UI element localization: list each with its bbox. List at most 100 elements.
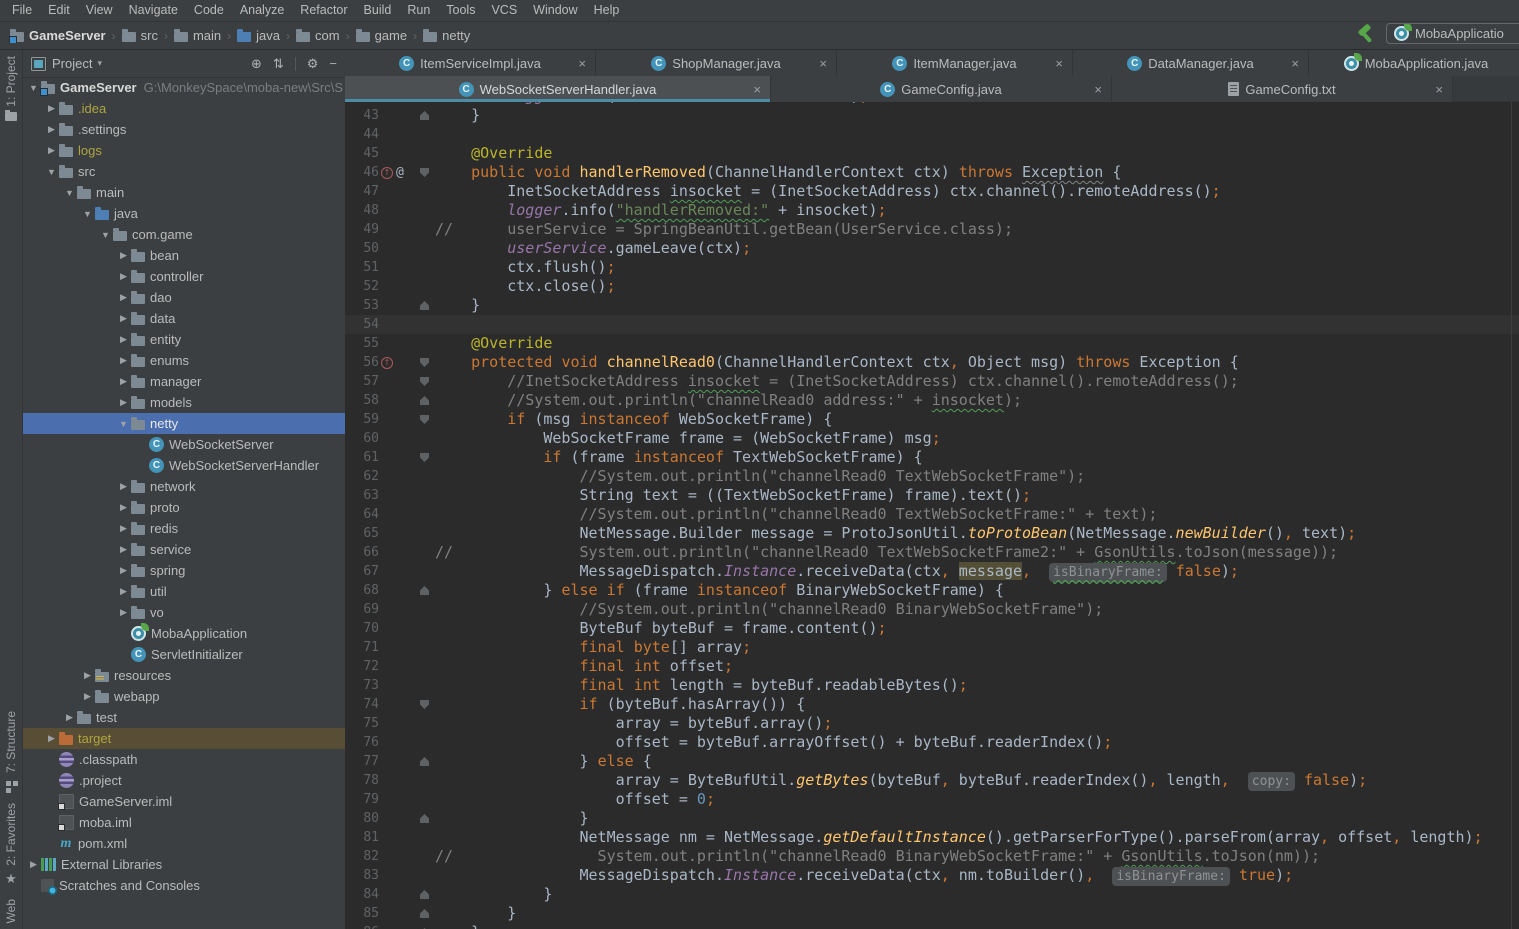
chevron-closed-icon[interactable]: ▶ xyxy=(116,523,131,534)
chevron-open-icon[interactable]: ▼ xyxy=(98,230,113,240)
tree-item-gameserver[interactable]: ▼ GameServer G:\MonkeySpace\moba-new\Src\… xyxy=(23,77,345,98)
code-line-76[interactable]: 76 offset = byteBuf.arrayOffset() + byte… xyxy=(345,733,1519,752)
close-icon[interactable]: × xyxy=(578,56,586,71)
code-line-75[interactable]: 75 array = byteBuf.array(); xyxy=(345,714,1519,733)
breadcrumb-item-gameserver[interactable]: GameServer xyxy=(8,28,108,43)
tool-window-button-structure[interactable]: 7: Structure xyxy=(4,705,18,797)
code-line-63[interactable]: 63 String text = ((TextWebSocketFrame) f… xyxy=(345,486,1519,505)
chevron-closed-icon[interactable]: ▶ xyxy=(44,733,59,744)
breadcrumb-item-java[interactable]: java xyxy=(235,28,282,43)
tree-item--project[interactable]: .project xyxy=(23,770,345,791)
tree-item-manager[interactable]: ▶ manager xyxy=(23,371,345,392)
code-line-46[interactable]: 46 ↑ @ public void handlerRemoved(ChannelH… xyxy=(345,163,1519,182)
tool-window-button-web[interactable]: Web xyxy=(4,893,18,929)
fold-end-icon[interactable] xyxy=(420,111,429,120)
hide-icon[interactable]: − xyxy=(329,56,337,71)
gutter-marker[interactable]: ↑ @ xyxy=(381,166,404,179)
code-line-51[interactable]: 51 ctx.flush(); xyxy=(345,258,1519,277)
tree-item-vo[interactable]: ▶ vo xyxy=(23,602,345,623)
tree-item-service[interactable]: ▶ service xyxy=(23,539,345,560)
tree-item-redis[interactable]: ▶ redis xyxy=(23,518,345,539)
menu-item-code[interactable]: Code xyxy=(186,0,232,21)
tab-itemmanager-java[interactable]: C ItemManager.java × xyxy=(837,50,1073,76)
chevron-closed-icon[interactable]: ▶ xyxy=(116,292,131,303)
menu-item-edit[interactable]: Edit xyxy=(40,0,78,21)
code-line-72[interactable]: 72 final int offset; xyxy=(345,657,1519,676)
code-editor[interactable]: 42 logger.info("handlerAdded:" + insocke… xyxy=(345,102,1519,929)
tree-item-src[interactable]: ▼ src xyxy=(23,161,345,182)
close-icon[interactable]: × xyxy=(1291,56,1299,71)
menu-item-navigate[interactable]: Navigate xyxy=(121,0,186,21)
menu-item-window[interactable]: Window xyxy=(525,0,585,21)
tree-item--classpath[interactable]: .classpath xyxy=(23,749,345,770)
tree-item-mobaapplication[interactable]: MobaApplication xyxy=(23,623,345,644)
locate-icon[interactable]: ⊕ xyxy=(251,56,262,72)
menu-item-run[interactable]: Run xyxy=(399,0,438,21)
code-line-43[interactable]: 43 } xyxy=(345,106,1519,125)
tree-item-controller[interactable]: ▶ controller xyxy=(23,266,345,287)
collapse-icon[interactable]: ⇅ xyxy=(273,56,284,72)
code-line-55[interactable]: 55 @Override xyxy=(345,334,1519,353)
code-line-45[interactable]: 45 @Override xyxy=(345,144,1519,163)
chevron-closed-icon[interactable]: ▶ xyxy=(80,670,95,681)
menu-item-help[interactable]: Help xyxy=(586,0,628,21)
fold-end-icon[interactable] xyxy=(420,396,429,405)
run-configuration-selector[interactable]: MobaApplicatio xyxy=(1386,23,1519,44)
fold-end-icon[interactable] xyxy=(420,301,429,310)
code-line-53[interactable]: 53 } xyxy=(345,296,1519,315)
tree-item-resources[interactable]: ▶ resources xyxy=(23,665,345,686)
menu-item-analyze[interactable]: Analyze xyxy=(232,0,292,21)
chevron-closed-icon[interactable]: ▶ xyxy=(116,481,131,492)
code-line-48[interactable]: 48 logger.info("handlerRemoved:" + insoc… xyxy=(345,201,1519,220)
code-line-80[interactable]: 80 } xyxy=(345,809,1519,828)
code-line-71[interactable]: 71 final byte[] array; xyxy=(345,638,1519,657)
chevron-open-icon[interactable]: ▼ xyxy=(26,83,41,93)
tree-item--settings[interactable]: ▶ .settings xyxy=(23,119,345,140)
chevron-closed-icon[interactable]: ▶ xyxy=(116,502,131,513)
chevron-closed-icon[interactable]: ▶ xyxy=(116,607,131,618)
breadcrumb-item-src[interactable]: src xyxy=(120,28,160,43)
tree-item--idea[interactable]: ▶ .idea xyxy=(23,98,345,119)
code-line-84[interactable]: 84 } xyxy=(345,885,1519,904)
code-line-69[interactable]: 69 //System.out.println("channelRead0 Bi… xyxy=(345,600,1519,619)
close-icon[interactable]: × xyxy=(1055,56,1063,71)
code-line-64[interactable]: 64 //System.out.println("channelRead0 Te… xyxy=(345,505,1519,524)
tree-item-gameserver-iml[interactable]: GameServer.iml xyxy=(23,791,345,812)
tree-item-util[interactable]: ▶ util xyxy=(23,581,345,602)
tree-item-network[interactable]: ▶ network xyxy=(23,476,345,497)
code-line-54[interactable]: 54 xyxy=(345,315,1519,334)
fold-end-icon[interactable] xyxy=(420,890,429,899)
code-line-44[interactable]: 44 xyxy=(345,125,1519,144)
code-line-60[interactable]: 60 WebSocketFrame frame = (WebSocketFram… xyxy=(345,429,1519,448)
breadcrumb-item-game[interactable]: game xyxy=(354,28,410,43)
close-icon[interactable]: × xyxy=(1435,82,1443,97)
chevron-closed-icon[interactable]: ▶ xyxy=(116,313,131,324)
chevron-closed-icon[interactable]: ▶ xyxy=(44,145,59,156)
menu-item-view[interactable]: View xyxy=(78,0,121,21)
tree-item-target[interactable]: ▶ target xyxy=(23,728,345,749)
fold-start-icon[interactable] xyxy=(420,415,429,424)
tree-item-enums[interactable]: ▶ enums xyxy=(23,350,345,371)
tree-item-main[interactable]: ▼ main xyxy=(23,182,345,203)
tab-shopmanager-java[interactable]: C ShopManager.java × xyxy=(596,50,837,76)
chevron-closed-icon[interactable]: ▶ xyxy=(116,397,131,408)
tab-gameconfig-txt[interactable]: GameConfig.txt × xyxy=(1112,76,1453,102)
chevron-closed-icon[interactable]: ▶ xyxy=(116,250,131,261)
fold-start-icon[interactable] xyxy=(420,358,429,367)
tree-item-bean[interactable]: ▶ bean xyxy=(23,245,345,266)
tree-item-java[interactable]: ▼ java xyxy=(23,203,345,224)
code-line-67[interactable]: 67 MessageDispatch.Instance.receiveData(… xyxy=(345,562,1519,582)
fold-end-icon[interactable] xyxy=(420,757,429,766)
tree-item-pom-xml[interactable]: m pom.xml xyxy=(23,833,345,854)
chevron-closed-icon[interactable]: ▶ xyxy=(116,586,131,597)
tree-item-moba-iml[interactable]: moba.iml xyxy=(23,812,345,833)
breadcrumb-item-netty[interactable]: netty xyxy=(421,28,472,43)
fold-start-icon[interactable] xyxy=(420,700,429,709)
code-line-56[interactable]: 56 ↑ protected void channelRead0(ChannelH… xyxy=(345,353,1519,372)
chevron-closed-icon[interactable]: ▶ xyxy=(116,544,131,555)
code-line-61[interactable]: 61 if (frame instanceof TextWebSocketFra… xyxy=(345,448,1519,467)
chevron-open-icon[interactable]: ▼ xyxy=(116,419,131,429)
chevron-open-icon[interactable]: ▼ xyxy=(80,209,95,219)
chevron-closed-icon[interactable]: ▶ xyxy=(44,103,59,114)
breadcrumb-item-main[interactable]: main xyxy=(172,28,223,43)
